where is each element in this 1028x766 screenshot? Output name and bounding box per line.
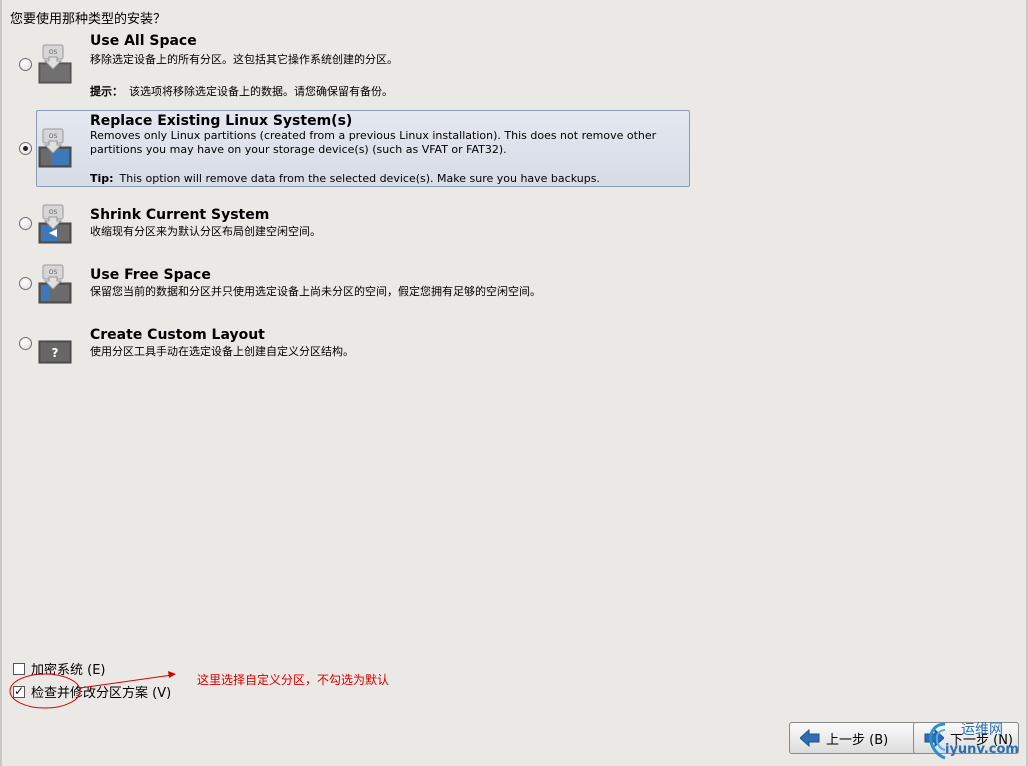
watermark-top-text: 运维网 bbox=[961, 722, 1003, 738]
watermark-bottom-text: iyunv.com bbox=[945, 742, 1019, 757]
annotation-note: 这里选择自定义分区，不勾选为默认 bbox=[197, 673, 390, 687]
back-button-label: 上一步 (B) bbox=[826, 732, 889, 748]
annotation-markup bbox=[9, 671, 176, 709]
back-button[interactable]: 上一步 (B) bbox=[789, 722, 922, 754]
arrow-left-icon bbox=[800, 729, 820, 747]
watermark: 运维网 iyunv.com bbox=[925, 718, 1025, 764]
